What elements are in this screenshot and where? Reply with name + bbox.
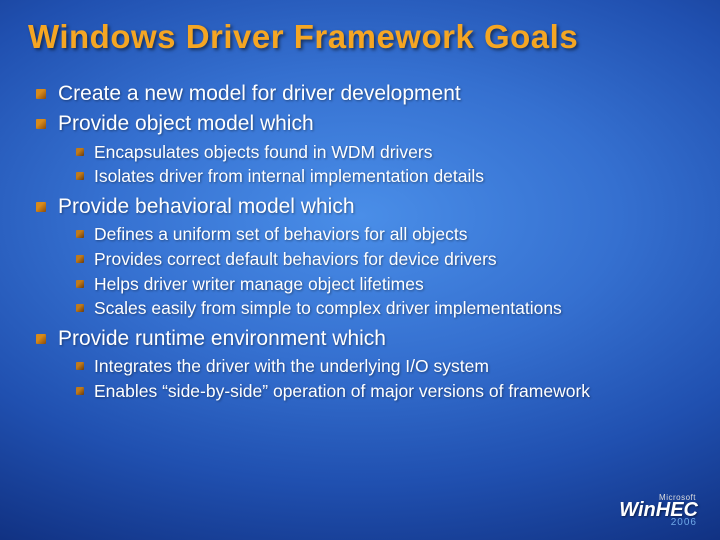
list-item: Provide behavioral model which Defines a…	[36, 193, 692, 321]
brand-prefix: Win	[619, 499, 655, 521]
sub-bullet-list: Defines a uniform set of behaviors for a…	[76, 223, 692, 321]
sub-bullet-list: Integrates the driver with the underlyin…	[76, 355, 692, 403]
list-item: Enables “side-by-side” operation of majo…	[76, 380, 692, 404]
bullet-text: Scales easily from simple to complex dri…	[94, 298, 562, 318]
list-item: Integrates the driver with the underlyin…	[76, 355, 692, 379]
bullet-text: Provide behavioral model which	[58, 195, 355, 218]
list-item: Isolates driver from internal implementa…	[76, 165, 692, 189]
list-item: Create a new model for driver developmen…	[36, 80, 692, 108]
bullet-text: Enables “side-by-side” operation of majo…	[94, 381, 590, 401]
list-item: Provides correct default behaviors for d…	[76, 248, 692, 272]
list-item: Scales easily from simple to complex dri…	[76, 297, 692, 321]
slide: Windows Driver Framework Goals Create a …	[0, 0, 720, 540]
bullet-text: Helps driver writer manage object lifeti…	[94, 274, 424, 294]
bullet-text: Provide object model which	[58, 112, 314, 135]
sub-bullet-list: Encapsulates objects found in WDM driver…	[76, 141, 692, 189]
bullet-text: Integrates the driver with the underlyin…	[94, 356, 489, 376]
list-item: Defines a uniform set of behaviors for a…	[76, 223, 692, 247]
slide-title: Windows Driver Framework Goals	[28, 18, 692, 56]
bullet-text: Encapsulates objects found in WDM driver…	[94, 142, 432, 162]
bullet-text: Defines a uniform set of behaviors for a…	[94, 224, 468, 244]
bullet-text: Isolates driver from internal implementa…	[94, 166, 484, 186]
list-item: Encapsulates objects found in WDM driver…	[76, 141, 692, 165]
bullet-text: Provides correct default behaviors for d…	[94, 249, 497, 269]
list-item: Provide runtime environment which Integr…	[36, 325, 692, 404]
footer-logo: Microsoft WinHEC 2006	[619, 494, 698, 528]
bullet-text: Provide runtime environment which	[58, 327, 386, 350]
list-item: Provide object model which Encapsulates …	[36, 110, 692, 189]
bullet-text: Create a new model for driver developmen…	[58, 82, 461, 105]
list-item: Helps driver writer manage object lifeti…	[76, 273, 692, 297]
bullet-list: Create a new model for driver developmen…	[36, 80, 692, 403]
